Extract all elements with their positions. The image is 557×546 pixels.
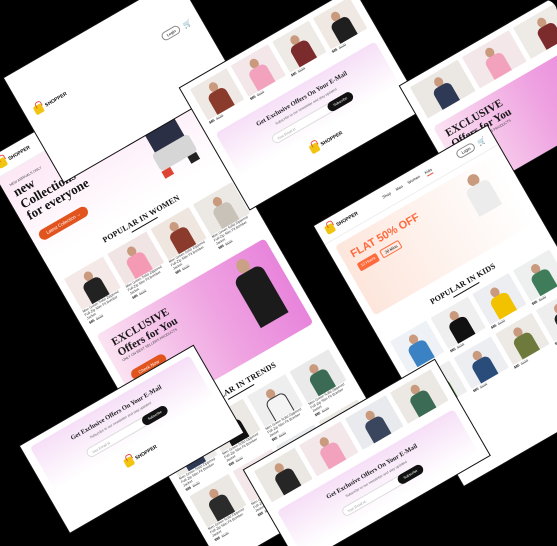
shopping-bag-icon — [0, 156, 9, 169]
cart-icon[interactable]: 🛒 — [181, 18, 193, 29]
shopping-bag-icon — [308, 142, 321, 155]
newsletter-sub: Subscribe to our newsletter and stay upd… — [89, 400, 153, 440]
showcase-frame: SHOPPER Shop Men Women Kids Login 🛒 NEW … — [0, 0, 557, 546]
shopping-bag-icon — [32, 103, 45, 116]
nav-item-men[interactable]: Men — [395, 184, 405, 194]
shopping-bag-icon — [323, 222, 337, 235]
login-button[interactable]: Login — [455, 141, 477, 160]
login-button[interactable]: Login — [160, 24, 183, 42]
nav-item-women[interactable]: Women — [407, 174, 422, 187]
shopping-bag-icon — [122, 456, 136, 469]
cart-icon[interactable]: 🛒 — [476, 136, 488, 147]
nav-item-kids[interactable]: Kids — [423, 166, 434, 177]
brand-logo[interactable]: SHOPPER — [32, 89, 69, 116]
nav-item-shop[interactable]: Shop — [381, 191, 393, 202]
kid-model-image — [457, 167, 508, 225]
brand-logo[interactable]: SHOPPER — [323, 209, 360, 235]
